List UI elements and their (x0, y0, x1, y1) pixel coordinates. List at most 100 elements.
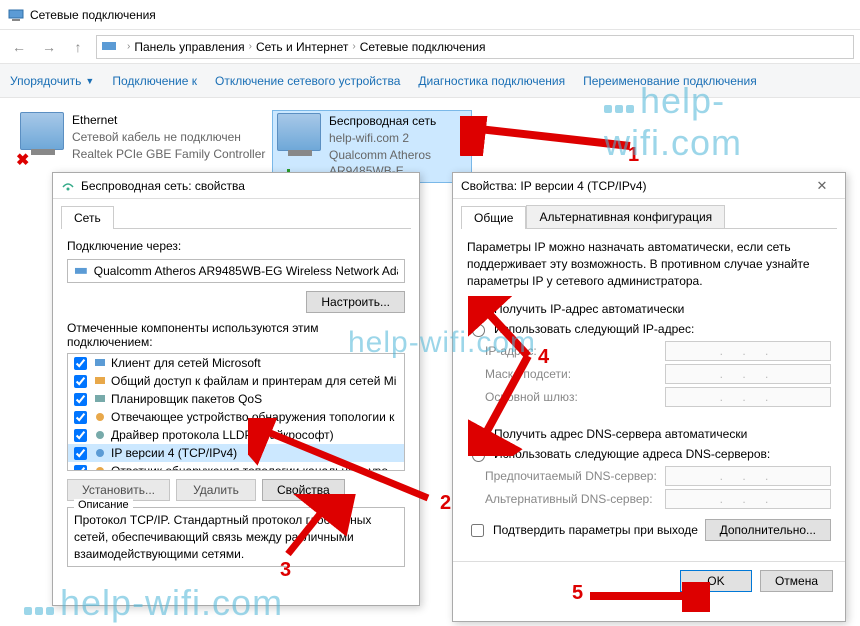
tab-network[interactable]: Сеть (61, 206, 114, 229)
radio-ip-auto[interactable]: Получить IP-адрес автоматически (467, 301, 831, 317)
connection-through-label: Подключение через: (67, 239, 405, 253)
back-button[interactable]: ← (6, 35, 30, 59)
confirm-on-exit[interactable]: Подтвердить параметры при выходе Дополни… (467, 519, 831, 541)
remove-button[interactable]: Удалить (176, 479, 256, 501)
watermark: help-wifi.com (24, 582, 283, 624)
connect-to-button[interactable]: Подключение к (112, 74, 197, 88)
dns1-label: Предпочитаемый DNS-сервер: (485, 469, 665, 483)
ipv4-icon (93, 446, 107, 460)
radio[interactable] (472, 449, 485, 462)
tab-general[interactable]: Общие (461, 206, 526, 229)
checkbox[interactable] (74, 447, 87, 460)
dialog-title: Беспроводная сеть: свойства (81, 179, 245, 193)
nav-bar: ← → ↑ › Панель управления › Сеть и Интер… (0, 30, 860, 64)
ethernet-icon (20, 112, 64, 150)
qos-icon (93, 392, 107, 406)
annotation-number-2: 2 (440, 492, 451, 515)
up-button[interactable]: ↑ (66, 35, 90, 59)
adapter-icon (74, 264, 88, 278)
share-icon (93, 374, 107, 388)
components-list[interactable]: Клиент для сетей Microsoft Общий доступ … (67, 353, 405, 471)
app-icon (8, 7, 24, 23)
chevron-right-icon: › (352, 41, 355, 52)
advanced-button[interactable]: Дополнительно... (705, 519, 831, 541)
breadcrumb[interactable]: › Панель управления › Сеть и Интернет › … (96, 35, 854, 59)
forward-button[interactable]: → (36, 35, 60, 59)
checkbox[interactable] (471, 524, 484, 537)
mask-label: Маска подсети: (485, 367, 665, 381)
annotation-number-4: 4 (538, 346, 549, 369)
configure-button[interactable]: Настроить... (306, 291, 405, 313)
dialog-titlebar[interactable]: Свойства: IP версии 4 (TCP/IPv4) ✕ (453, 173, 845, 199)
cancel-button[interactable]: Отмена (760, 570, 833, 592)
chevron-right-icon: › (127, 41, 130, 52)
list-item-ipv4: IP версии 4 (TCP/IPv4) (68, 444, 404, 462)
radio-dns-manual[interactable]: Использовать следующие адреса DNS-сервер… (467, 446, 831, 462)
crumb-network[interactable]: Сеть и Интернет (256, 40, 348, 54)
ok-button[interactable]: OK (680, 570, 752, 592)
radio-dns-auto[interactable]: Получить адрес DNS-сервера автоматически (467, 426, 831, 442)
annotation-number-5: 5 (572, 582, 583, 605)
checkbox[interactable] (74, 375, 87, 388)
tabs: Общие Альтернативная конфигурация (461, 205, 837, 229)
radio[interactable] (472, 304, 485, 317)
list-item: Общий доступ к файлам и принтерам для се… (68, 372, 404, 390)
wireless-properties-dialog: Беспроводная сеть: свойства Сеть Подключ… (52, 172, 420, 606)
responder-icon (93, 410, 107, 424)
wireless-icon (277, 113, 321, 151)
conn-status: Сетевой кабель не подключен (72, 129, 265, 146)
wifi-icon (61, 179, 75, 193)
disable-device-button[interactable]: Отключение сетевого устройства (215, 74, 400, 88)
dialog-body: Параметры IP можно назначать автоматичес… (453, 229, 845, 561)
lldp-icon (93, 428, 107, 442)
dns2-field: . . . (665, 489, 831, 509)
tabs: Сеть (61, 205, 411, 229)
adapter-name: Qualcomm Atheros AR9485WB-EG Wireless Ne… (94, 264, 398, 278)
dns2-label: Альтернативный DNS-сервер: (485, 492, 665, 506)
chevron-down-icon: ▼ (85, 76, 94, 86)
ip-field: . . . (665, 341, 831, 361)
description-box: Описание Протокол TCP/IP. Стандартный пр… (67, 507, 405, 567)
crumb-control-panel[interactable]: Панель управления (134, 40, 244, 54)
list-item: Ответчик обнаружения топологии канальног… (68, 462, 404, 471)
checkbox[interactable] (74, 429, 87, 442)
checkbox[interactable] (74, 393, 87, 406)
adapter-field: Qualcomm Atheros AR9485WB-EG Wireless Ne… (67, 259, 405, 283)
list-item: Драйвер протокола LLDP (Майкрософт) (68, 426, 404, 444)
conn-name: Беспроводная сеть (329, 113, 467, 130)
checkbox[interactable] (74, 357, 87, 370)
disconnected-icon: ✖ (16, 150, 29, 170)
conn-status: help-wifi.com 2 (329, 130, 467, 147)
gateway-label: Основной шлюз: (485, 390, 665, 404)
dialog-body: Подключение через: Qualcomm Atheros AR94… (53, 229, 419, 577)
mapper-icon (93, 464, 107, 471)
list-item: Отвечающее устройство обнаружения тополо… (68, 408, 404, 426)
watermark: help-wifi.com (604, 80, 860, 164)
dialog-titlebar[interactable]: Беспроводная сеть: свойства (53, 173, 419, 199)
conn-device: Realtek PCIe GBE Family Controller (72, 146, 265, 163)
description-text: Протокол TCP/IP. Стандартный протокол гл… (74, 512, 398, 562)
diagnose-button[interactable]: Диагностика подключения (418, 74, 565, 88)
dialog-title: Свойства: IP версии 4 (TCP/IPv4) (461, 179, 647, 193)
install-button[interactable]: Установить... (67, 479, 170, 501)
radio[interactable] (472, 429, 485, 442)
properties-button[interactable]: Свойства (262, 479, 345, 501)
content-area: ✖ Ethernet Сетевой кабель не подключен R… (0, 98, 860, 626)
checkbox[interactable] (74, 411, 87, 424)
intro-text: Параметры IP можно назначать автоматичес… (467, 239, 831, 289)
watermark: help-wifi.com (348, 326, 536, 360)
tab-alternative[interactable]: Альтернативная конфигурация (526, 205, 725, 228)
crumb-connections[interactable]: Сетевые подключения (360, 40, 486, 54)
organize-menu[interactable]: Упорядочить ▼ (10, 74, 94, 88)
close-button[interactable]: ✕ (807, 178, 837, 194)
annotation-number-3: 3 (280, 559, 291, 582)
window-title: Сетевые подключения (30, 8, 156, 22)
conn-name: Ethernet (72, 112, 265, 129)
gateway-field: . . . (665, 387, 831, 407)
window-titlebar: Сетевые подключения (0, 0, 860, 30)
checkbox[interactable] (74, 465, 87, 472)
description-legend: Описание (74, 499, 133, 511)
mask-field: . . . (665, 364, 831, 384)
connection-ethernet[interactable]: ✖ Ethernet Сетевой кабель не подключен R… (20, 112, 265, 162)
list-item: Планировщик пакетов QoS (68, 390, 404, 408)
